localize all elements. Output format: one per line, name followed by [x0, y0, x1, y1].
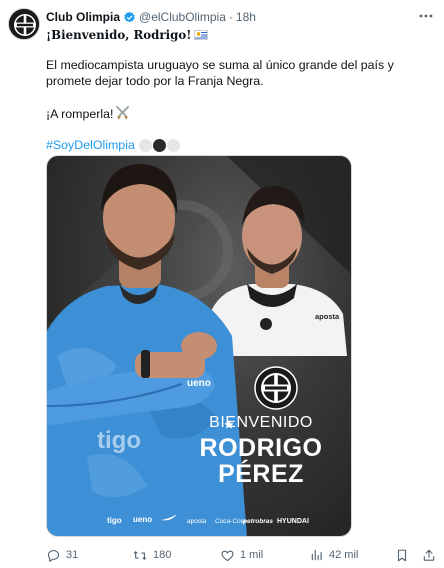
svg-text:tigo: tigo — [97, 427, 141, 454]
tweet-cheer: ¡A romperla! — [46, 107, 114, 121]
like-icon — [221, 550, 234, 561]
svg-text:ueno: ueno — [187, 378, 211, 389]
tweet-headline: ¡Bienvenido, Rodrigo! — [46, 28, 192, 42]
like-button[interactable]: 1 mil — [220, 546, 263, 564]
tweet[interactable]: Club Olimpia @elClubOlimpia · 18h ¡Bienv… — [0, 0, 444, 568]
svg-text:HYUNDAI: HYUNDAI — [277, 518, 309, 525]
reply-icon — [47, 549, 60, 562]
white-circle-icon — [138, 139, 152, 152]
display-name[interactable]: Club Olimpia — [46, 10, 120, 24]
bookmark-button[interactable] — [395, 546, 409, 564]
views-icon — [311, 549, 322, 561]
svg-text:aposta: aposta — [187, 518, 207, 525]
tweet-header: Club Olimpia @elClubOlimpia · 18h — [46, 9, 256, 25]
svg-text:petrobras: petrobras — [242, 518, 273, 525]
separator-dot: · — [228, 10, 233, 24]
views-count: 42 mil — [329, 549, 359, 561]
action-bar: 31 180 1 mil 42 mil — [46, 546, 436, 564]
media-first-name: RODRIGO — [199, 434, 323, 462]
svg-text:ueno: ueno — [133, 515, 152, 524]
timestamp[interactable]: 18h — [236, 10, 256, 24]
repost-button[interactable]: 180 — [132, 546, 171, 564]
svg-text:Coca-Cola: Coca-Cola — [215, 518, 246, 525]
media-last-name: PÉREZ — [218, 460, 304, 488]
media-welcome: BIENVENIDO — [209, 414, 313, 431]
share-button[interactable] — [422, 546, 436, 564]
repost-count: 180 — [153, 549, 172, 561]
black-circle-icon — [152, 139, 166, 152]
share-icon — [423, 549, 435, 561]
uruguay-flag-icon — [194, 30, 209, 40]
hashtag-link[interactable]: #SoyDelOlimpia — [46, 138, 135, 152]
avatar[interactable] — [8, 8, 40, 40]
views-button[interactable]: 42 mil — [310, 546, 358, 564]
bookmark-icon — [397, 549, 407, 561]
club-crest-icon — [254, 366, 298, 410]
svg-text:aposta: aposta — [315, 312, 340, 321]
more-icon[interactable] — [418, 8, 434, 27]
crossed-swords-icon — [115, 105, 130, 124]
verified-badge-icon — [123, 11, 136, 24]
tweet-media-image[interactable]: aposta ueno tigo tigo ueno aposta Coca-C… — [46, 155, 352, 537]
club-crest-icon — [9, 9, 39, 39]
reply-button[interactable]: 31 — [46, 546, 78, 564]
tweet-body: El mediocampista uruguayo se suma al úni… — [46, 58, 394, 88]
club-colors-emoji — [138, 139, 180, 152]
handle[interactable]: @elClubOlimpia — [139, 10, 226, 24]
tweet-text: ¡Bienvenido, Rodrigo! El mediocampista u… — [46, 27, 436, 153]
reply-count: 31 — [66, 549, 79, 561]
svg-text:tigo: tigo — [107, 516, 122, 525]
white-circle-icon — [166, 139, 180, 152]
repost-icon — [133, 550, 147, 560]
like-count: 1 mil — [240, 549, 264, 561]
